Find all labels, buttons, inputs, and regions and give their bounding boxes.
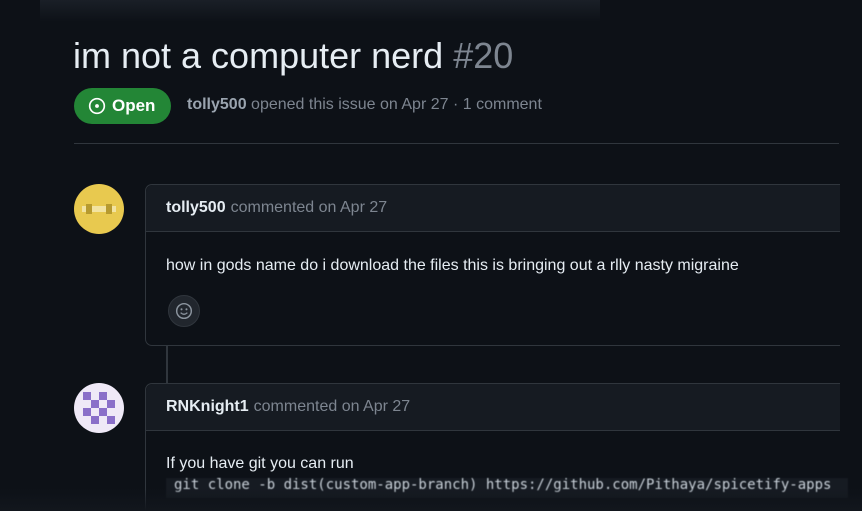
add-reaction-button[interactable]	[168, 295, 200, 327]
issue-state-label: Open	[112, 96, 156, 115]
comment-timestamp[interactable]: commented on Apr 27	[231, 199, 388, 217]
avatar-pattern	[83, 408, 91, 416]
avatar-pattern-dot	[86, 204, 92, 214]
smiley-icon	[175, 302, 193, 320]
comment-timestamp[interactable]: commented on Apr 27	[254, 398, 411, 416]
issue-title: im not a computer nerd #20	[73, 34, 513, 78]
comment-author-link[interactable]: RNKnight1	[166, 398, 249, 416]
issue-page: im not a computer nerd #20 Open tolly500 …	[0, 0, 862, 511]
avatar[interactable]	[74, 184, 124, 234]
avatar-pattern	[91, 400, 99, 408]
comment: tolly500 commented on Apr 27 how in gods…	[145, 184, 840, 346]
avatar-pattern-dot	[106, 204, 112, 214]
header-divider	[74, 143, 839, 144]
issue-author-link[interactable]: tolly500	[187, 96, 247, 113]
issue-opened-icon	[88, 97, 106, 115]
top-fade	[40, 0, 600, 22]
bottom-fade	[0, 488, 862, 511]
avatar-pattern	[99, 392, 107, 400]
timeline-connector	[166, 345, 168, 385]
comment-header: RNKnight1 commented on Apr 27	[146, 384, 840, 431]
avatar-pattern	[107, 416, 115, 424]
comment-header: tolly500 commented on Apr 27	[146, 185, 840, 232]
comment-body: If you have git you can run	[166, 455, 354, 472]
avatar-pattern	[99, 408, 107, 416]
issue-number: #20	[453, 35, 514, 76]
avatar-pattern	[83, 392, 91, 400]
avatar[interactable]	[74, 383, 124, 433]
issue-meta-text: opened this issue on Apr 27 · 1 comment	[251, 96, 542, 113]
comment-author-link[interactable]: tolly500	[166, 199, 226, 217]
avatar-pattern	[107, 400, 115, 408]
comment-body: how in gods name do i download the files…	[166, 257, 739, 274]
issue-state-badge: Open	[74, 88, 172, 124]
issue-meta: tolly500 opened this issue on Apr 27 · 1…	[187, 96, 542, 114]
issue-title-text: im not a computer nerd	[73, 35, 444, 76]
avatar-pattern	[91, 416, 99, 424]
